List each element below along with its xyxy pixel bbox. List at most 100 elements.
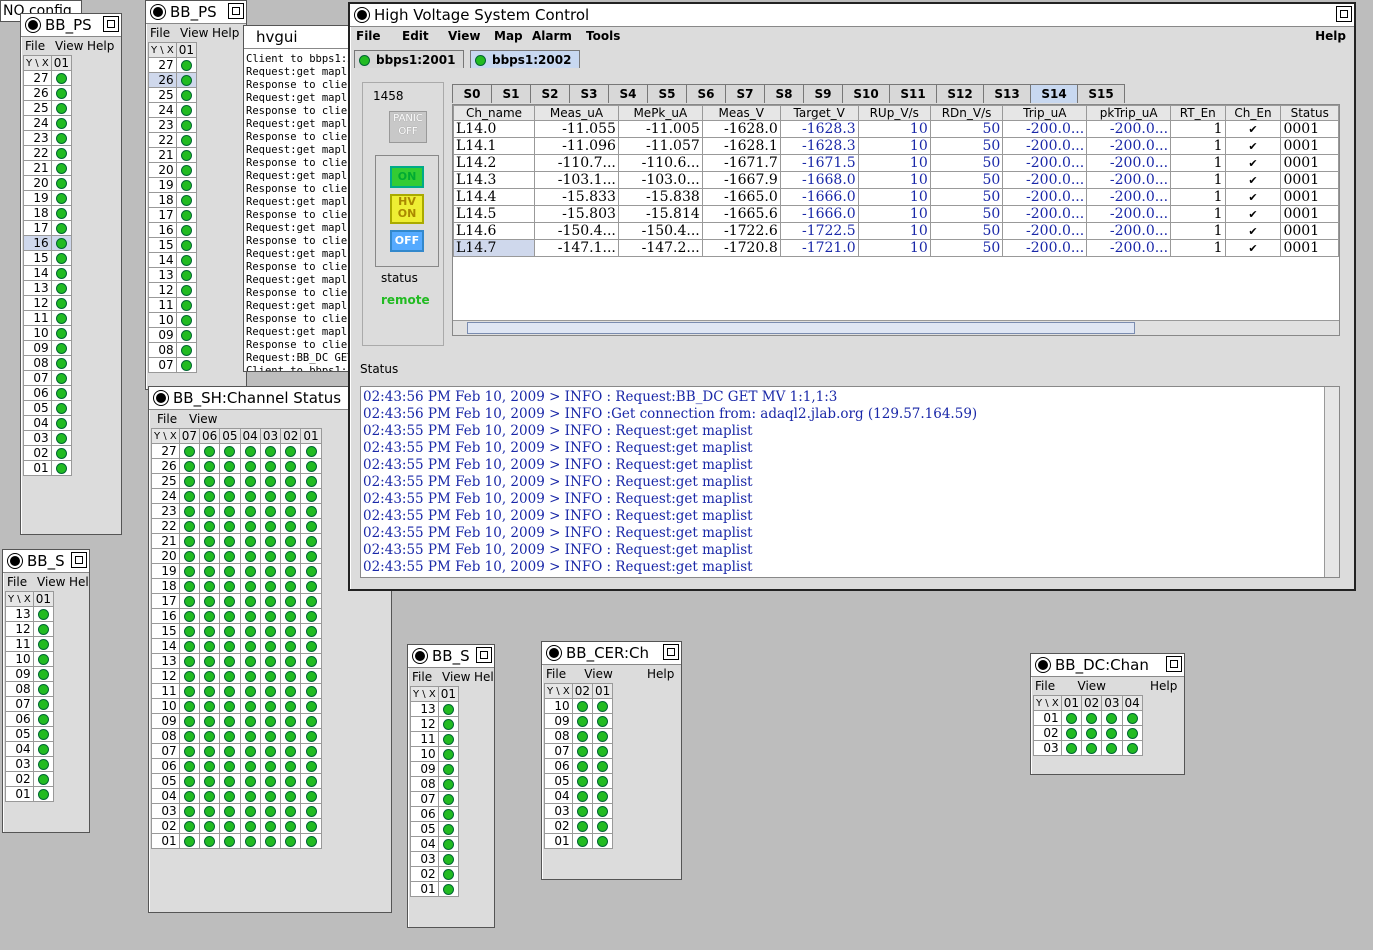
slot-tab-s6[interactable]: S6 (686, 84, 726, 103)
channel-cell[interactable] (219, 593, 241, 609)
channel-enable-checkbox[interactable]: ✔ (1224, 205, 1282, 223)
channel-cell[interactable] (219, 788, 241, 804)
window-menu-icon[interactable] (151, 5, 165, 19)
channel-cell[interactable] (32, 741, 54, 757)
menu-view[interactable]: View (584, 667, 612, 681)
channel-cell[interactable] (571, 818, 593, 834)
channel-cell[interactable] (198, 548, 221, 564)
channel-cell[interactable] (300, 668, 322, 684)
channel-cell[interactable] (437, 791, 459, 807)
channel-cell[interactable] (280, 533, 302, 549)
menu-help[interactable]: Help (1315, 29, 1346, 43)
channel-cell[interactable] (175, 237, 197, 253)
channel-cell[interactable] (239, 488, 261, 504)
menu-file[interactable]: File (412, 670, 432, 684)
channel-cell[interactable] (178, 668, 200, 684)
menu-view[interactable]: View (180, 26, 208, 40)
channel-cell[interactable] (50, 385, 72, 401)
channel-cell[interactable] (198, 533, 221, 549)
channel-cell[interactable] (239, 818, 261, 834)
channel-cell[interactable] (178, 743, 200, 759)
channel-cell[interactable] (32, 696, 54, 712)
channel-cell[interactable] (198, 758, 221, 774)
bb-s-window-mid[interactable]: BB_SFileViewHelpY \ X0113121110090807060… (407, 644, 495, 928)
channel-cell[interactable] (175, 252, 197, 268)
channel-cell[interactable] (32, 606, 54, 622)
channel-cell[interactable] (219, 728, 241, 744)
channel-cell[interactable] (239, 443, 261, 459)
channel-cell[interactable] (178, 728, 200, 744)
channel-cell[interactable] (280, 728, 302, 744)
menu-help[interactable]: Help (69, 575, 89, 589)
channel-cell[interactable] (1060, 740, 1082, 756)
channel-cell[interactable] (198, 473, 221, 489)
channel-cell[interactable] (198, 773, 221, 789)
channel-cell[interactable] (280, 488, 302, 504)
channel-cell[interactable] (259, 578, 282, 594)
channel-cell[interactable] (178, 608, 200, 624)
channel-cell[interactable] (259, 488, 282, 504)
title-bar[interactable]: BB_DC:Chan (1031, 654, 1184, 677)
menu-file[interactable]: File (356, 29, 381, 43)
channel-cell[interactable] (219, 488, 241, 504)
channel-cell[interactable] (198, 593, 221, 609)
menu-help[interactable]: Help (474, 670, 494, 684)
channel-cell[interactable] (259, 473, 282, 489)
channel-cell[interactable] (239, 683, 261, 699)
channel-cell[interactable] (1060, 725, 1082, 741)
menu-view[interactable]: View (55, 39, 83, 53)
channel-cell[interactable] (571, 803, 593, 819)
title-bar[interactable]: BB_S (408, 645, 494, 668)
channel-cell[interactable] (239, 503, 261, 519)
menu-view[interactable]: View (1078, 679, 1106, 693)
channel-cell[interactable] (300, 833, 322, 849)
channel-cell[interactable] (300, 608, 322, 624)
window-menu-icon[interactable] (26, 18, 40, 32)
maximize-icon[interactable] (1166, 656, 1182, 672)
channel-cell[interactable] (32, 786, 54, 802)
channel-cell[interactable] (1060, 710, 1082, 726)
channel-cell[interactable] (571, 713, 593, 729)
channel-cell[interactable] (178, 593, 200, 609)
channel-cell[interactable] (259, 593, 282, 609)
channel-cell[interactable] (50, 400, 72, 416)
channel-cell[interactable] (219, 623, 241, 639)
menu-alarm[interactable]: Alarm (532, 29, 572, 43)
channel-cell[interactable] (591, 758, 614, 774)
channel-cell[interactable] (239, 458, 261, 474)
channel-cell[interactable] (175, 192, 197, 208)
channel-cell[interactable] (50, 160, 72, 176)
channel-cell[interactable] (591, 713, 614, 729)
channel-cell[interactable] (32, 651, 54, 667)
channel-cell[interactable] (300, 458, 322, 474)
channel-cell[interactable] (259, 653, 282, 669)
channel-cell[interactable] (1101, 725, 1123, 741)
column-header-trip-ua[interactable]: Trip_uA (1002, 105, 1088, 121)
channel-cell[interactable] (280, 818, 302, 834)
title-bar[interactable]: BB_PS (146, 1, 246, 24)
channel-cell[interactable] (198, 638, 221, 654)
channel-cell[interactable] (50, 415, 72, 431)
channel-cell[interactable] (1121, 740, 1143, 756)
channel-cell[interactable] (280, 623, 302, 639)
channel-cell[interactable] (198, 668, 221, 684)
channel-cell[interactable] (175, 162, 197, 178)
channel-cell[interactable] (300, 788, 322, 804)
channel-cell[interactable] (219, 638, 241, 654)
channel-cell[interactable] (280, 653, 302, 669)
channel-cell[interactable] (591, 728, 614, 744)
channel-cell[interactable] (239, 743, 261, 759)
channel-cell[interactable] (219, 578, 241, 594)
channel-cell[interactable] (437, 701, 459, 717)
channel-enable-checkbox[interactable]: ✔ (1224, 154, 1282, 172)
slot-tab-s2[interactable]: S2 (530, 84, 570, 103)
channel-cell[interactable] (239, 833, 261, 849)
slot-tab-s9[interactable]: S9 (803, 84, 843, 103)
channel-cell[interactable] (178, 563, 200, 579)
menu-edit[interactable]: Edit (402, 29, 429, 43)
channel-cell[interactable] (280, 518, 302, 534)
channel-cell[interactable] (1121, 725, 1143, 741)
channel-cell[interactable] (300, 638, 322, 654)
channel-cell[interactable] (591, 788, 614, 804)
channel-cell[interactable] (259, 458, 282, 474)
